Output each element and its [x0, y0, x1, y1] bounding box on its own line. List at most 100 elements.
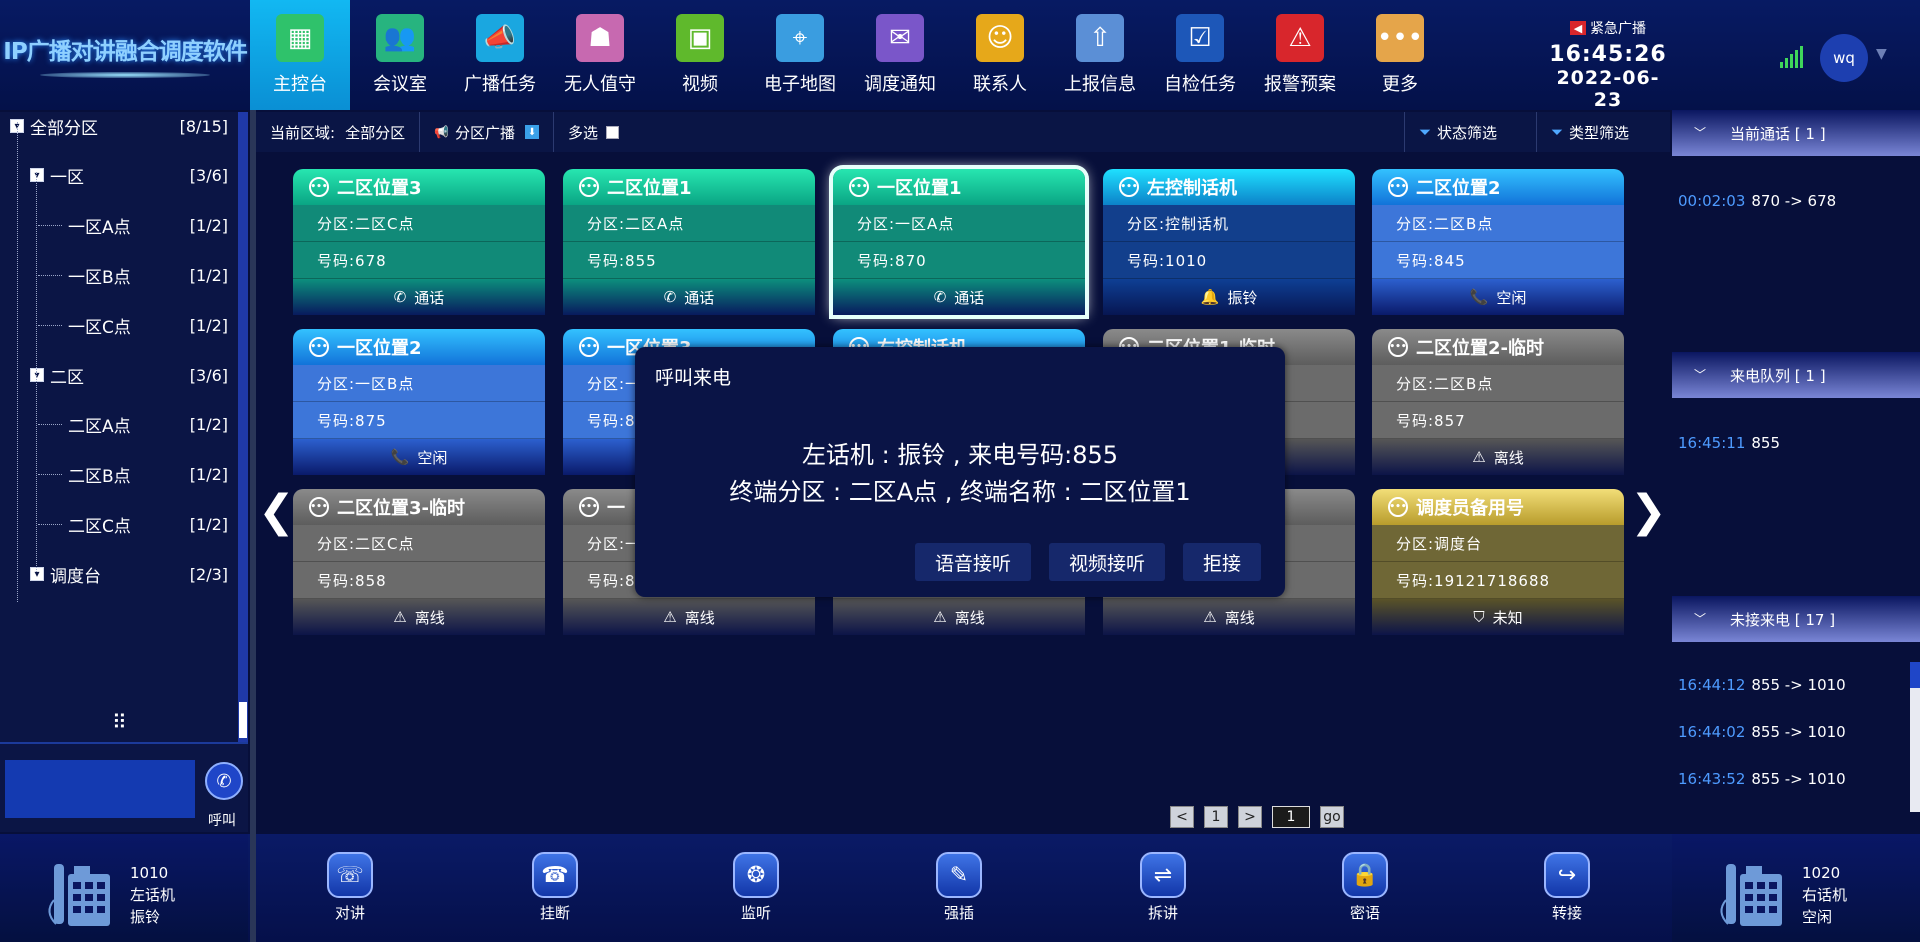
control-intercom[interactable]: ☏ 对讲 [310, 852, 390, 923]
dialog-line-1: 左话机 : 振铃 , 来电号码:855 [801, 441, 1119, 469]
card-title: 一区位置1 [877, 178, 962, 199]
right-phone-number: 1020 [1802, 864, 1841, 882]
tree-item[interactable]: ▾ 调度台 [2/3] [30, 562, 228, 587]
tree-item[interactable]: 一区B点 [1/2] [68, 263, 228, 288]
call-queue-header[interactable]: ﹀ 来电队列 [ 1 ] [1672, 352, 1920, 398]
card-number: 号码:857 [1372, 402, 1624, 439]
terminal-icon: ••• [1119, 177, 1139, 197]
desk-phone-icon [1720, 864, 1782, 926]
download-icon[interactable]: ⬇ [525, 125, 540, 139]
terminal-card[interactable]: ••• 二区位置1 分区:二区A点 号码:855 ✆ 通话 [563, 169, 815, 315]
current-calls-header[interactable]: ﹀ 当前通话 [ 1 ] [1672, 110, 1920, 156]
collapse-toggle-icon[interactable]: ▾ [30, 368, 44, 382]
tree-scrollbar[interactable] [238, 112, 248, 742]
prev-page-icon[interactable]: ❮ [258, 486, 295, 537]
terminal-card[interactable]: ••• 调度员备用号 分区:调度台 号码:19121718688 ⛉ 未知 [1372, 489, 1624, 635]
list-item[interactable]: 16:44:02 855 -> 1010 [1678, 723, 1846, 741]
next-page-icon[interactable]: ❯ [1630, 486, 1667, 537]
tree-line [38, 275, 62, 276]
nav-item-more[interactable]: ••• 更多 [1350, 0, 1450, 110]
control-pen[interactable]: ✎ 强插 [919, 852, 999, 923]
control-split[interactable]: ⇌ 拆讲 [1123, 852, 1203, 923]
type-filter-button[interactable]: ⏷ 类型筛选 [1536, 112, 1629, 152]
card-header: ••• 一区位置1 [833, 169, 1085, 205]
card-status: ⚠ 离线 [563, 599, 815, 635]
pager-next-button[interactable]: > [1238, 806, 1262, 828]
voice-answer-button[interactable]: 语音接听 [915, 543, 1031, 581]
left-phone[interactable]: 1010 左话机 振铃 [0, 834, 248, 942]
nav-item-report[interactable]: ⇧ 上报信息 [1050, 0, 1150, 110]
scrollbar-thumb[interactable] [1910, 662, 1920, 688]
terminal-card[interactable]: ••• 一区位置1 分区:一区A点 号码:870 ✆ 通话 [833, 169, 1085, 315]
list-item[interactable]: 16:43:52 855 -> 1010 [1678, 770, 1846, 788]
pager-page-button[interactable]: 1 [1204, 806, 1228, 828]
call-button[interactable]: ✆ [205, 762, 243, 800]
tree-item[interactable]: 二区B点 [1/2] [68, 462, 228, 487]
collapse-toggle-icon[interactable]: ▾ [30, 168, 44, 182]
collapse-toggle-icon[interactable]: ▾ [30, 567, 44, 581]
control-lock[interactable]: 🔒 密语 [1325, 852, 1405, 923]
app-logo: IP广播对讲融合调度软件 [0, 0, 250, 110]
chevron-down-icon: ﹀ [1694, 368, 1707, 382]
zone-broadcast-label: 分区广播 [455, 123, 516, 142]
tree-item[interactable]: 一区C点 [1/2] [68, 313, 228, 338]
multi-select[interactable]: 多选 [554, 112, 633, 152]
terminal-card[interactable]: ••• 二区位置3 分区:二区C点 号码:678 ✆ 通话 [293, 169, 545, 315]
terminal-card[interactable]: ••• 二区位置2 分区:二区B点 号码:845 📞 空闲 [1372, 169, 1624, 315]
missed-calls-title: 未接来电 [ 17 ] [1730, 610, 1836, 629]
nav-item-notice[interactable]: ✉ 调度通知 [850, 0, 950, 110]
nav-item-video[interactable]: ▣ 视频 [650, 0, 750, 110]
list-item[interactable]: 16:45:11 855 [1678, 434, 1780, 452]
list-item[interactable]: 16:44:12 855 -> 1010 [1678, 676, 1846, 694]
nav-item-unattended[interactable]: ☗ 无人值守 [550, 0, 650, 110]
nav-label: 调度通知 [864, 74, 936, 95]
pager-prev-button[interactable]: < [1170, 806, 1194, 828]
emergency-broadcast-button[interactable]: ◀ 紧急广播 [1548, 18, 1668, 38]
filter-icon: ⏷ [1419, 123, 1432, 141]
pager-page-input[interactable]: 1 [1272, 806, 1310, 828]
phone-icon: ✆ [663, 288, 677, 306]
nav-item-contacts[interactable]: ☺ 联系人 [950, 0, 1050, 110]
tree-item[interactable]: ▾ 二区 [3/6] [30, 363, 228, 388]
missed-calls-header[interactable]: ﹀ 未接来电 [ 17 ] [1672, 596, 1920, 642]
missed-scrollbar[interactable] [1910, 662, 1920, 812]
multi-select-checkbox[interactable] [606, 125, 620, 139]
control-ear[interactable]: ❂ 监听 [716, 852, 796, 923]
avatar[interactable]: wq [1820, 34, 1868, 82]
dial-input[interactable] [5, 760, 195, 818]
nav-item-map[interactable]: ⌖ 电子地图 [750, 0, 850, 110]
nav-item-grid[interactable]: ▦ 主控台 [250, 0, 350, 110]
tree-item[interactable]: 二区A点 [1/2] [68, 412, 228, 437]
scrollbar-thumb[interactable] [239, 702, 247, 738]
split-icon: ⇌ [1140, 852, 1186, 898]
call-time: 16:45:11 [1678, 434, 1746, 452]
nav-item-alarm[interactable]: ⚠ 报警预案 [1250, 0, 1350, 110]
tree-item[interactable]: ▾ 一区 [3/6] [30, 163, 228, 188]
tree-item-count: [1/2] [189, 265, 228, 285]
list-item[interactable]: 00:02:03 870 -> 678 [1678, 192, 1836, 210]
control-hangup[interactable]: ☎ 挂断 [515, 852, 595, 923]
status-filter-button[interactable]: ⏷ 状态筛选 [1404, 112, 1497, 152]
tree-item-label: 调度台 [50, 566, 101, 587]
tree-line [38, 325, 62, 326]
terminal-card[interactable]: ••• 左控制话机 分区:控制话机 号码:1010 🔔 振铃 [1103, 169, 1355, 315]
zone-broadcast-button[interactable]: 📢 分区广播 ⬇ [420, 112, 555, 152]
nav-item-checklist[interactable]: ☑ 自检任务 [1150, 0, 1250, 110]
video-answer-button[interactable]: 视频接听 [1049, 543, 1165, 581]
reject-button[interactable]: 拒接 [1183, 543, 1261, 581]
tree-item[interactable]: ▾ 全部分区 [8/15] [10, 114, 228, 139]
control-transfer[interactable]: ↪ 转接 [1527, 852, 1607, 923]
right-phone[interactable]: 1020 右话机 空闲 [1672, 834, 1920, 942]
pager-go-button[interactable]: go [1320, 806, 1344, 828]
tree-line [17, 122, 18, 602]
chevron-down-icon[interactable]: ▼ [1876, 46, 1887, 62]
nav-item-megaphone[interactable]: 📣 广播任务 [450, 0, 550, 110]
dialpad-icon[interactable]: ⠿ [112, 710, 127, 734]
terminal-card[interactable]: ••• 二区位置3-临时 分区:二区C点 号码:858 ⚠ 离线 [293, 489, 545, 635]
terminal-icon: ••• [1388, 497, 1408, 517]
nav-item-meeting[interactable]: 👥 会议室 [350, 0, 450, 110]
terminal-card[interactable]: ••• 二区位置2-临时 分区:二区B点 号码:857 ⚠ 离线 [1372, 329, 1624, 475]
tree-item[interactable]: 二区C点 [1/2] [68, 512, 228, 537]
terminal-card[interactable]: ••• 一区位置2 分区:一区B点 号码:875 📞 空闲 [293, 329, 545, 475]
tree-item[interactable]: 一区A点 [1/2] [68, 213, 228, 238]
